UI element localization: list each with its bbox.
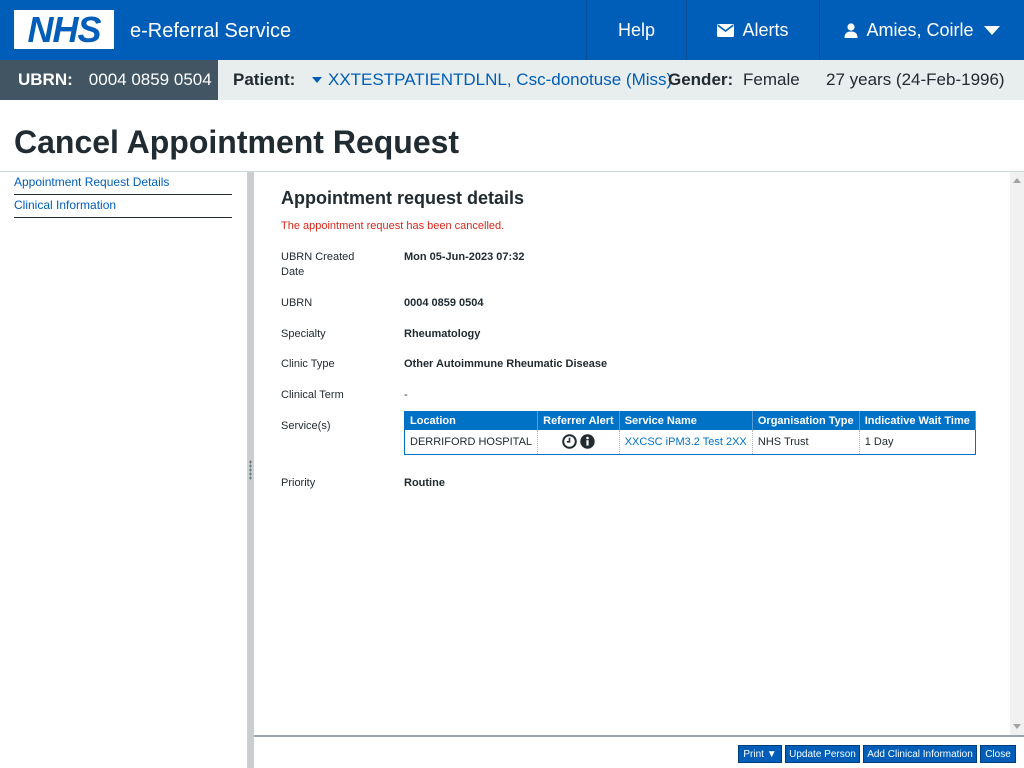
top-navigation: Help Alerts Amies, Coirle <box>586 0 1024 60</box>
clinic-type-value: Other Autoimmune Rheumatic Disease <box>404 358 608 370</box>
user-icon <box>844 22 858 38</box>
clock-icon[interactable] <box>562 434 577 450</box>
alerts-link[interactable]: Alerts <box>686 0 819 60</box>
wait-time-cell: 1 Day <box>859 429 977 455</box>
update-person-button[interactable]: Update Person <box>785 745 860 763</box>
alerts-label: Alerts <box>742 19 789 40</box>
page-title: Cancel Appointment Request <box>14 124 460 160</box>
scroll-down-icon[interactable] <box>1013 724 1021 729</box>
help-label: Help <box>617 19 656 40</box>
ubrn-created-label: UBRN Created Date <box>281 251 355 278</box>
patient-banner: UBRN: 0004 0859 0504 Patient: XXTESTPATI… <box>0 60 1024 100</box>
envelope-icon <box>717 23 735 37</box>
clinical-term-value: - <box>404 389 408 401</box>
nav-appointment-request-details[interactable]: Appointment Request Details <box>14 172 232 195</box>
service-name-link[interactable]: XXCSC iPM3.2 Test 2XX <box>619 429 753 455</box>
nhs-logo[interactable]: NHS <box>14 10 114 49</box>
top-header: NHS e-Referral Service Help Alerts Amies… <box>0 0 1024 60</box>
column-header: Organisation Type <box>752 411 860 430</box>
patient-field: Patient: <box>233 60 295 100</box>
action-bar: Print ▼ Update Person Add Clinical Infor… <box>254 737 1024 768</box>
scroll-up-icon[interactable] <box>1013 178 1021 183</box>
ubrn-value: 0004 0859 0504 <box>88 70 212 89</box>
referrer-alert-cell <box>537 429 620 455</box>
print-button[interactable]: Print ▼ <box>738 745 782 763</box>
clinical-term-label: Clinical Term <box>281 389 344 401</box>
services-table: Location Referrer Alert Service Name Org… <box>404 411 977 455</box>
help-link[interactable]: Help <box>586 0 686 60</box>
gender-value: Female <box>743 70 800 89</box>
priority-value: Routine <box>404 477 445 489</box>
patient-name: XXTESTPATIENTDLNL, Csc-donotuse (Miss) <box>328 70 673 89</box>
location-cell: DERRIFORD HOSPITAL <box>404 429 539 455</box>
status-message: The appointment request has been cancell… <box>281 220 505 232</box>
nav-clinical-information[interactable]: Clinical Information <box>14 195 232 218</box>
organisation-type-cell: NHS Trust <box>752 429 860 455</box>
main-content: Appointment request details The appointm… <box>254 172 1010 735</box>
ubrn-label: UBRN: <box>18 70 73 89</box>
column-header: Indicative Wait Time <box>859 411 977 430</box>
caret-down-icon <box>312 77 322 83</box>
add-clinical-information-button[interactable]: Add Clinical Information <box>863 745 977 763</box>
clinic-type-label: Clinic Type <box>281 358 335 370</box>
service-name: e-Referral Service <box>130 20 292 42</box>
left-nav: Appointment Request Details Clinical Inf… <box>14 172 232 218</box>
age-dob: 27 years (24-Feb-1996) <box>826 70 1005 89</box>
patient-label: Patient: <box>233 70 296 89</box>
user-name: Amies, Coirle <box>866 19 974 40</box>
close-button[interactable]: Close <box>980 745 1016 763</box>
chevron-down-icon <box>983 25 1000 35</box>
specialty-label: Specialty <box>281 328 326 340</box>
patient-name-toggle[interactable]: XXTESTPATIENTDLNL, Csc-donotuse (Miss) <box>312 60 672 100</box>
priority-label: Priority <box>281 477 316 489</box>
content-scrollbar[interactable] <box>1010 172 1024 735</box>
splitter-grip-icon[interactable] <box>249 460 252 480</box>
section-title: Appointment request details <box>281 188 525 208</box>
ubrn-row-value: 0004 0859 0504 <box>404 297 484 309</box>
ubrn-created-value: Mon 05-Jun-2023 07:32 <box>404 251 525 263</box>
info-icon[interactable] <box>580 434 595 449</box>
ubrn-box: UBRN: 0004 0859 0504 <box>0 60 218 100</box>
gender-field: Gender: <box>668 60 733 100</box>
specialty-value: Rheumatology <box>404 328 481 340</box>
gender-label: Gender: <box>668 70 734 89</box>
ubrn-row-label: UBRN <box>281 297 313 309</box>
column-header: Service Name <box>619 411 753 430</box>
column-header: Location <box>404 411 539 430</box>
table-row: DERRIFORD HOSPITAL XXCSC iPM3.2 Test 2XX… <box>404 429 977 455</box>
column-header: Referrer Alert <box>537 411 620 430</box>
user-menu[interactable]: Amies, Coirle <box>819 0 1024 60</box>
services-label: Service(s) <box>281 420 331 432</box>
table-header-row: Location Referrer Alert Service Name Org… <box>404 411 977 430</box>
